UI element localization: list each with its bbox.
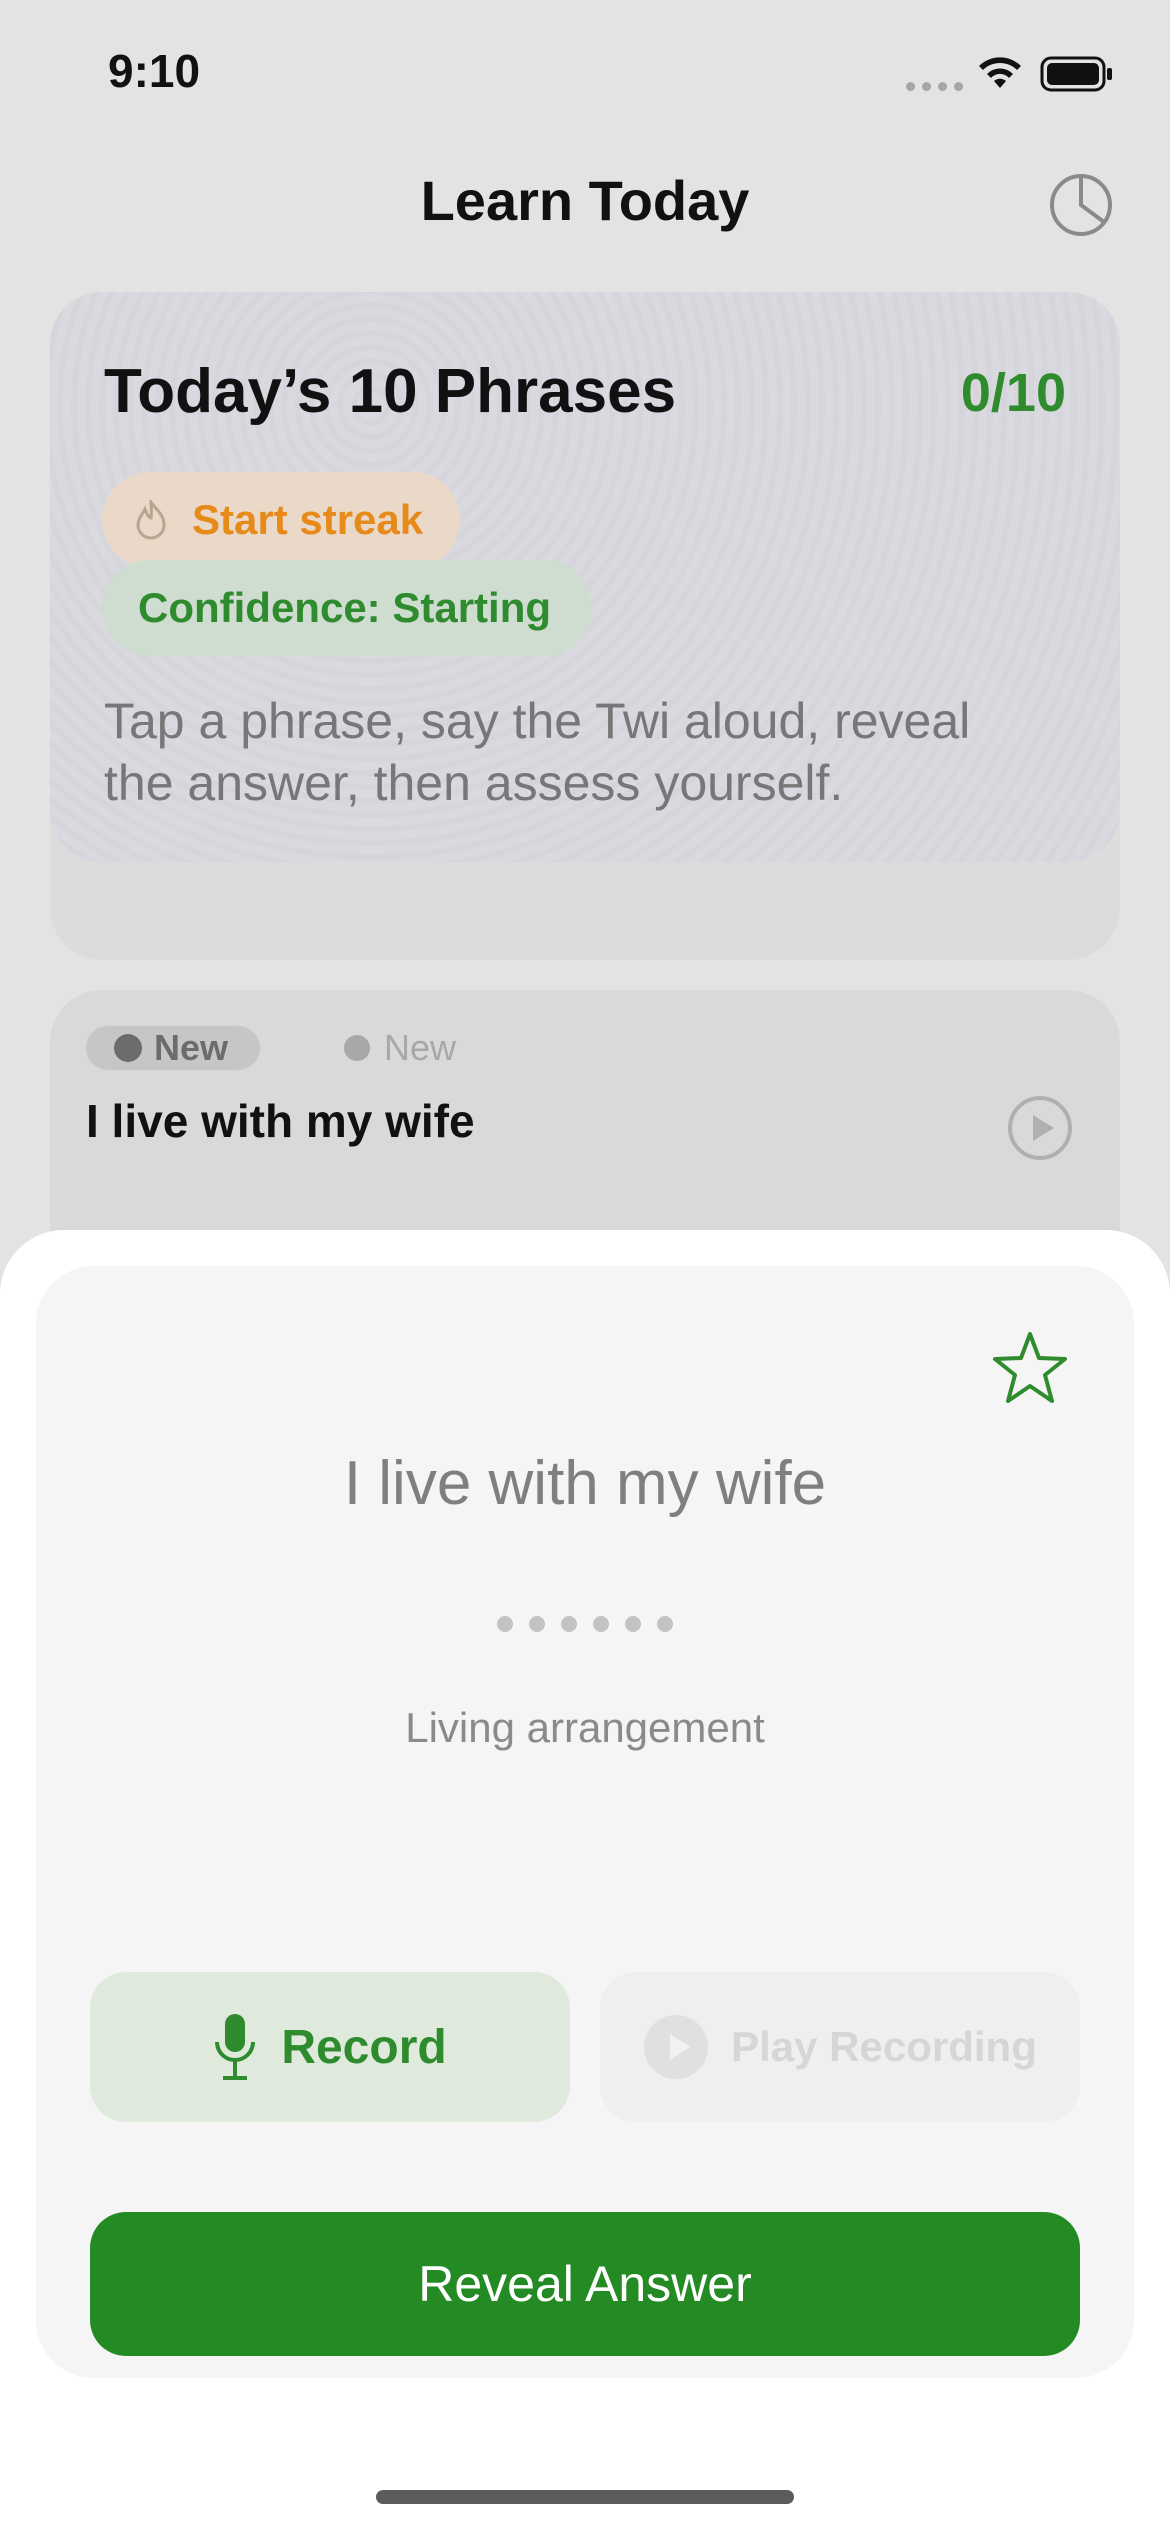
status-badge: New xyxy=(86,1026,260,1070)
play-recording-label: Play Recording xyxy=(731,2023,1037,2070)
streak-label: Start streak xyxy=(192,496,424,543)
streak-badge: Start streak xyxy=(102,472,460,568)
record-button-label: Record xyxy=(281,2020,447,2074)
confidence-badge: Confidence: Starting xyxy=(102,560,592,656)
progress-count: 0/10 xyxy=(960,363,1066,423)
flashcard-phrase: I live with my wife xyxy=(343,1449,827,1518)
status-dot-icon xyxy=(114,1034,142,1062)
secondary-status-label: New xyxy=(384,1027,457,1068)
summary-title: Today’s 10 Phrases xyxy=(104,357,677,426)
status-bar: 9:10 xyxy=(0,0,1170,150)
record-button[interactable]: Record xyxy=(90,1972,570,2122)
play-circle-icon xyxy=(644,2015,709,2079)
page-title: Learn Today xyxy=(420,169,750,232)
reveal-answer-label: Reveal Answer xyxy=(418,2256,752,2312)
pie-chart-icon[interactable] xyxy=(1048,172,1114,238)
status-dot-icon xyxy=(344,1035,370,1061)
microphone-icon xyxy=(215,2014,256,2080)
hidden-answer-dots xyxy=(0,1616,1170,1632)
cellular-signal-icon xyxy=(906,82,963,91)
confidence-label: Confidence: Starting xyxy=(138,584,552,631)
reveal-answer-button[interactable]: Reveal Answer xyxy=(90,2212,1080,2356)
phrase-list-text: I live with my wife xyxy=(86,1095,475,1147)
star-favorite-icon[interactable] xyxy=(990,1328,1070,1408)
secondary-status-badge: New xyxy=(344,1026,456,1070)
play-recording-button[interactable]: Play Recording xyxy=(600,1972,1080,2122)
flashcard-context: Living arrangement xyxy=(405,1704,765,1751)
instructions-text: Tap a phrase, say the Twi aloud, reveal … xyxy=(104,693,971,811)
status-time: 9:10 xyxy=(108,45,201,97)
wifi-icon xyxy=(979,57,1021,88)
flame-icon xyxy=(136,500,166,540)
status-badge-label: New xyxy=(154,1027,229,1068)
home-indicator[interactable] xyxy=(376,2490,794,2504)
battery-icon xyxy=(1040,56,1112,92)
play-icon[interactable] xyxy=(1006,1094,1074,1162)
